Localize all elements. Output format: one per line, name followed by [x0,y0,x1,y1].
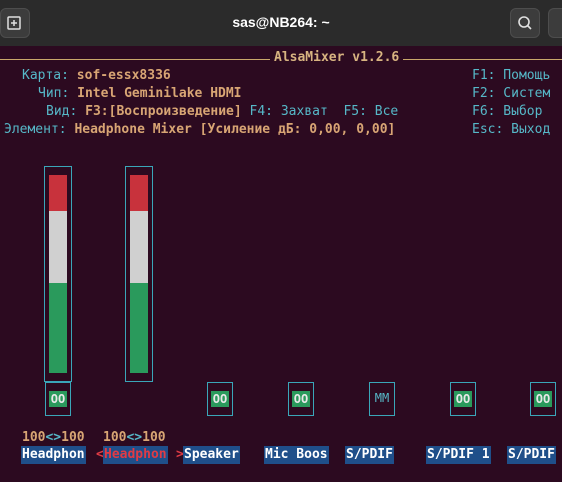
mute-state: OO [534,391,552,407]
element-value: Headphone Mixer [Усиление дБ: 0,00, 0,00… [74,122,396,137]
channel-name-mic-boost[interactable]: Mic Boos [264,446,329,464]
channel-name-spdif-1[interactable]: S/PDIF 1 [426,446,491,464]
mute-state: OO [211,391,229,407]
key-help: F1: Помощь [472,68,551,83]
headphone-volume-value: 100<>100 [22,430,85,445]
spdif2-mute-toggle[interactable]: OO [530,382,556,416]
level-white-segment [130,211,148,283]
headphone-mixer-volume-value: 100<>100 [103,430,166,445]
mute-state: MM [374,391,390,405]
channel-name-speaker[interactable]: Speaker [183,446,240,464]
mic-boost-mute-toggle[interactable]: OO [288,382,314,416]
window-titlebar: sas@NB264: ~ [0,0,562,46]
level-green-segment [130,283,148,373]
window-title: sas@NB264: ~ [232,14,330,30]
level-red-segment [130,175,148,211]
level-green-segment [49,283,67,373]
search-button[interactable] [510,8,540,38]
mixer-title: AlsaMixer v1.2.6 [270,50,404,65]
speaker-mute-toggle[interactable]: OO [207,382,233,416]
search-icon [518,16,532,30]
channel-name-headphone[interactable]: Headphon [21,446,86,464]
element-label: Элемент: [4,122,67,137]
view-label: Вид: [46,104,78,119]
view-row: Вид: F3:[Воспроизведение] F4: Захват F5:… [46,104,398,119]
element-row: Элемент: Headphone Mixer [Усиление дБ: 0… [4,122,395,137]
headphone-level-meter[interactable] [44,166,72,382]
menu-button[interactable] [548,8,562,38]
headphone-mute-toggle[interactable]: OO [45,382,71,416]
card-value: sof-essx8336 [76,68,171,83]
headphone-mixer-level-meter[interactable] [125,166,153,382]
key-select: F6: Выбор [472,104,543,119]
view-all[interactable]: F5: Все [343,104,398,119]
spdif1-mute-toggle[interactable]: OO [450,382,476,416]
level-white-segment [49,211,67,283]
mute-state: OO [49,391,67,407]
card-row: Карта: sof-essx8336 [22,68,171,83]
chip-label: Чип: [38,86,70,101]
key-exit: Esc: Выход [472,122,551,137]
chip-value: Intel Geminilake HDMI [77,86,242,101]
volume-separator: <> [45,430,62,445]
chip-row: Чип: Intel Geminilake HDMI [38,86,242,101]
key-system: F2: Систем [472,86,551,101]
volume-separator: <> [126,430,143,445]
view-capture[interactable]: F4: Захват [250,104,328,119]
channel-name-spdif-2[interactable]: S/PDIF [507,446,556,464]
spdif-mute-toggle[interactable]: MM [369,382,395,416]
view-playback[interactable]: F3:[Воспроизведение] [85,104,242,119]
channel-name-headphone-mixer[interactable]: Headphon [103,446,168,464]
channel-name-spdif[interactable]: S/PDIF [345,446,394,464]
mute-state: OO [292,391,310,407]
card-label: Карта: [22,68,69,83]
terminal-area: AlsaMixer v1.2.6 Карта: sof-essx8336 Чип… [0,46,562,482]
mute-state: OO [454,391,472,407]
level-red-segment [49,175,67,211]
